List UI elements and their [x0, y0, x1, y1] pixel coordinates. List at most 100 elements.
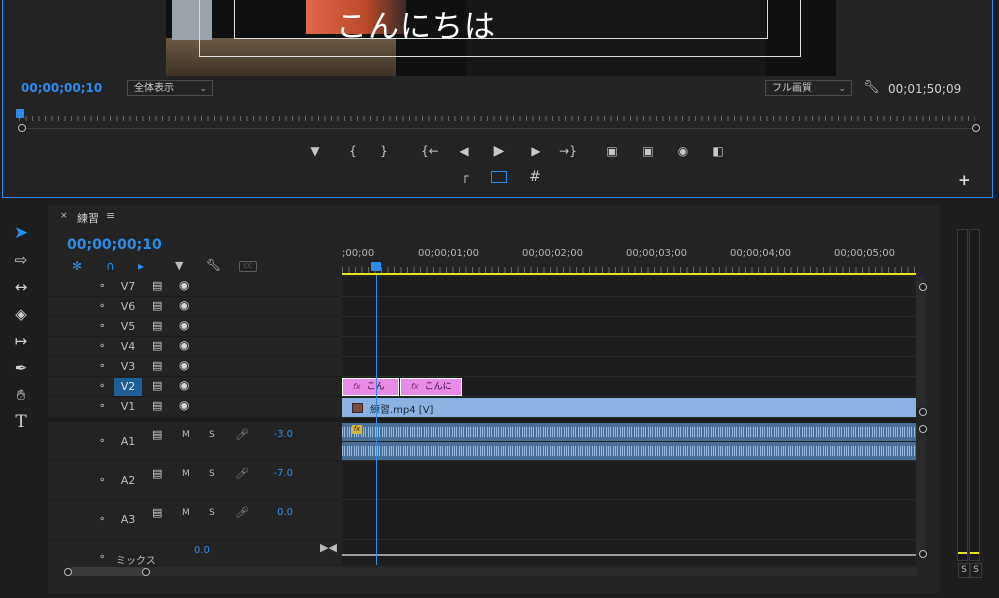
export-frame-icon[interactable]: ◉	[674, 144, 692, 158]
scroll-handle[interactable]	[919, 408, 927, 416]
sync-lock-icon[interactable]: ▤	[152, 506, 162, 519]
lane-a3[interactable]	[342, 500, 916, 540]
go-to-end-icon[interactable]: ▶◀	[320, 541, 337, 554]
play-icon[interactable]: ▶	[490, 143, 508, 159]
snap-magnet-icon[interactable]: ∩	[106, 259, 115, 273]
track-name-active[interactable]: V2	[114, 378, 142, 396]
safe-margins-icon[interactable]: ┌	[456, 169, 474, 183]
track-volume[interactable]: -3.0	[263, 429, 293, 440]
graphic-clip[interactable]: fx こんに	[400, 378, 462, 396]
lock-icon[interactable]: ⚬	[98, 381, 106, 392]
sync-lock-icon[interactable]: ▤	[152, 319, 162, 332]
monitor-time-ruler[interactable]	[19, 116, 975, 121]
lock-icon[interactable]: ⚬	[98, 552, 106, 563]
sync-lock-icon[interactable]: ▤	[152, 379, 162, 392]
eye-icon[interactable]: ◉	[179, 338, 189, 352]
lane-v7[interactable]	[342, 277, 916, 297]
track-volume[interactable]: -7.0	[263, 468, 293, 479]
sync-lock-icon[interactable]: ▤	[152, 467, 162, 480]
mute-button[interactable]: M	[182, 508, 190, 518]
sync-lock-icon[interactable]: ▤	[152, 339, 162, 352]
playhead-timecode[interactable]: 00;00;00;10	[21, 81, 102, 95]
track-name[interactable]: V7	[114, 278, 142, 296]
lane-v6[interactable]	[342, 297, 916, 317]
time-ruler[interactable]: ;00;00 00;00;01;00 00;00;02;00 00;00;03;…	[342, 235, 916, 277]
lane-v3[interactable]	[342, 357, 916, 377]
scroll-handle[interactable]	[919, 550, 927, 558]
solo-button[interactable]: S	[209, 430, 215, 440]
track-header-v1[interactable]: ⚬ V1 ▤ ◉	[48, 397, 341, 418]
zoom-scrollbar[interactable]	[68, 567, 918, 576]
eye-icon[interactable]: ◉	[179, 278, 189, 292]
add-button-icon[interactable]: +	[958, 171, 971, 189]
microphone-icon[interactable]: 🎤︎	[235, 428, 249, 441]
scroll-handle[interactable]	[919, 425, 927, 433]
sequence-tab[interactable]: 練習	[77, 210, 99, 226]
zoom-handle-right[interactable]	[142, 568, 150, 576]
track-select-tool-icon[interactable]: ⇨	[9, 249, 33, 271]
eye-icon[interactable]: ◉	[179, 378, 189, 392]
track-header-v2[interactable]: ⚬ V2 ▤ ◉	[48, 377, 341, 397]
work-area-bar[interactable]	[342, 273, 916, 275]
slip-tool-icon[interactable]: ↦	[9, 330, 33, 352]
sync-lock-icon[interactable]: ▤	[152, 279, 162, 292]
track-name[interactable]: A1	[114, 433, 142, 451]
add-marker-icon[interactable]: ▼	[306, 144, 324, 158]
wrench-icon[interactable]: 🔧︎	[863, 80, 880, 95]
zoom-handle-right[interactable]	[972, 124, 980, 132]
sync-lock-icon[interactable]: ▤	[152, 359, 162, 372]
solo-button[interactable]: S	[209, 508, 215, 518]
lock-icon[interactable]: ⚬	[98, 401, 106, 412]
timeline-timecode[interactable]: 00;00;00;10	[67, 237, 162, 253]
lock-icon[interactable]: ⚬	[98, 436, 106, 447]
solo-right-button[interactable]: S	[970, 563, 982, 578]
nest-toggle-icon[interactable]: ✻	[72, 259, 82, 273]
monitor-playhead[interactable]	[16, 109, 24, 118]
graphic-clip[interactable]: fxこん	[342, 378, 399, 396]
lane-v2[interactable]: fxこん fx こんに	[342, 377, 916, 397]
lock-icon[interactable]: ⚬	[98, 514, 106, 525]
track-header-v6[interactable]: ⚬ V6 ▤ ◉	[48, 297, 341, 317]
panel-menu-icon[interactable]: ≡	[106, 209, 115, 222]
track-name[interactable]: V5	[114, 318, 142, 336]
video-preview[interactable]: こんにちは	[166, 0, 836, 76]
captions-icon[interactable]: CC	[239, 261, 257, 272]
lock-icon[interactable]: ⚬	[98, 301, 106, 312]
track-name[interactable]: V3	[114, 358, 142, 376]
go-to-in-icon[interactable]: {←	[421, 144, 439, 158]
ripple-edit-tool-icon[interactable]: ↔	[9, 276, 33, 298]
eye-icon[interactable]: ◉	[179, 298, 189, 312]
zoom-scrollbar-thumb[interactable]	[68, 567, 148, 576]
track-header-a3[interactable]: ⚬ A3 ▤ M S 🎤︎ 0.0	[48, 500, 341, 540]
eye-icon[interactable]: ◉	[179, 358, 189, 372]
multi-camera-icon[interactable]	[491, 171, 507, 183]
go-to-out-icon[interactable]: →}	[559, 144, 577, 158]
solo-left-button[interactable]: S	[958, 563, 970, 578]
microphone-icon[interactable]: 🎤︎	[235, 467, 249, 480]
zoom-select[interactable]: 全体表示 ⌄	[127, 80, 213, 96]
lock-icon[interactable]: ⚬	[98, 321, 106, 332]
extract-icon[interactable]: ▣	[639, 144, 657, 158]
track-volume[interactable]: 0.0	[263, 507, 293, 518]
mark-out-icon[interactable]: }	[375, 144, 393, 158]
track-header-mix[interactable]: ⚬ ミックス 0.0 ▶◀	[48, 540, 341, 567]
lift-icon[interactable]: ▣	[603, 144, 621, 158]
razor-tool-icon[interactable]: ◈	[9, 303, 33, 325]
linked-selection-icon[interactable]: ▸	[138, 259, 144, 273]
playback-resolution-select[interactable]: フル画質 ⌄	[765, 80, 852, 96]
sync-lock-icon[interactable]: ▤	[152, 299, 162, 312]
mute-button[interactable]: M	[182, 430, 190, 440]
lock-icon[interactable]: ⚬	[98, 281, 106, 292]
lock-icon[interactable]: ⚬	[98, 341, 106, 352]
video-tracks-scrollbar[interactable]	[916, 277, 926, 407]
zoom-handle-left[interactable]	[64, 568, 72, 576]
lane-v5[interactable]	[342, 317, 916, 337]
track-name[interactable]: V1	[114, 398, 142, 416]
lane-a1[interactable]: fx	[342, 422, 916, 461]
track-header-v7[interactable]: ⚬ V7 ▤ ◉	[48, 277, 341, 297]
track-name[interactable]: V4	[114, 338, 142, 356]
track-header-a1[interactable]: ⚬ A1 ▤ M S 🎤︎ -3.0	[48, 422, 341, 461]
step-forward-icon[interactable]: ▶	[527, 144, 545, 158]
eye-icon[interactable]: ◉	[179, 398, 189, 412]
timeline-playhead-handle[interactable]	[371, 262, 381, 271]
